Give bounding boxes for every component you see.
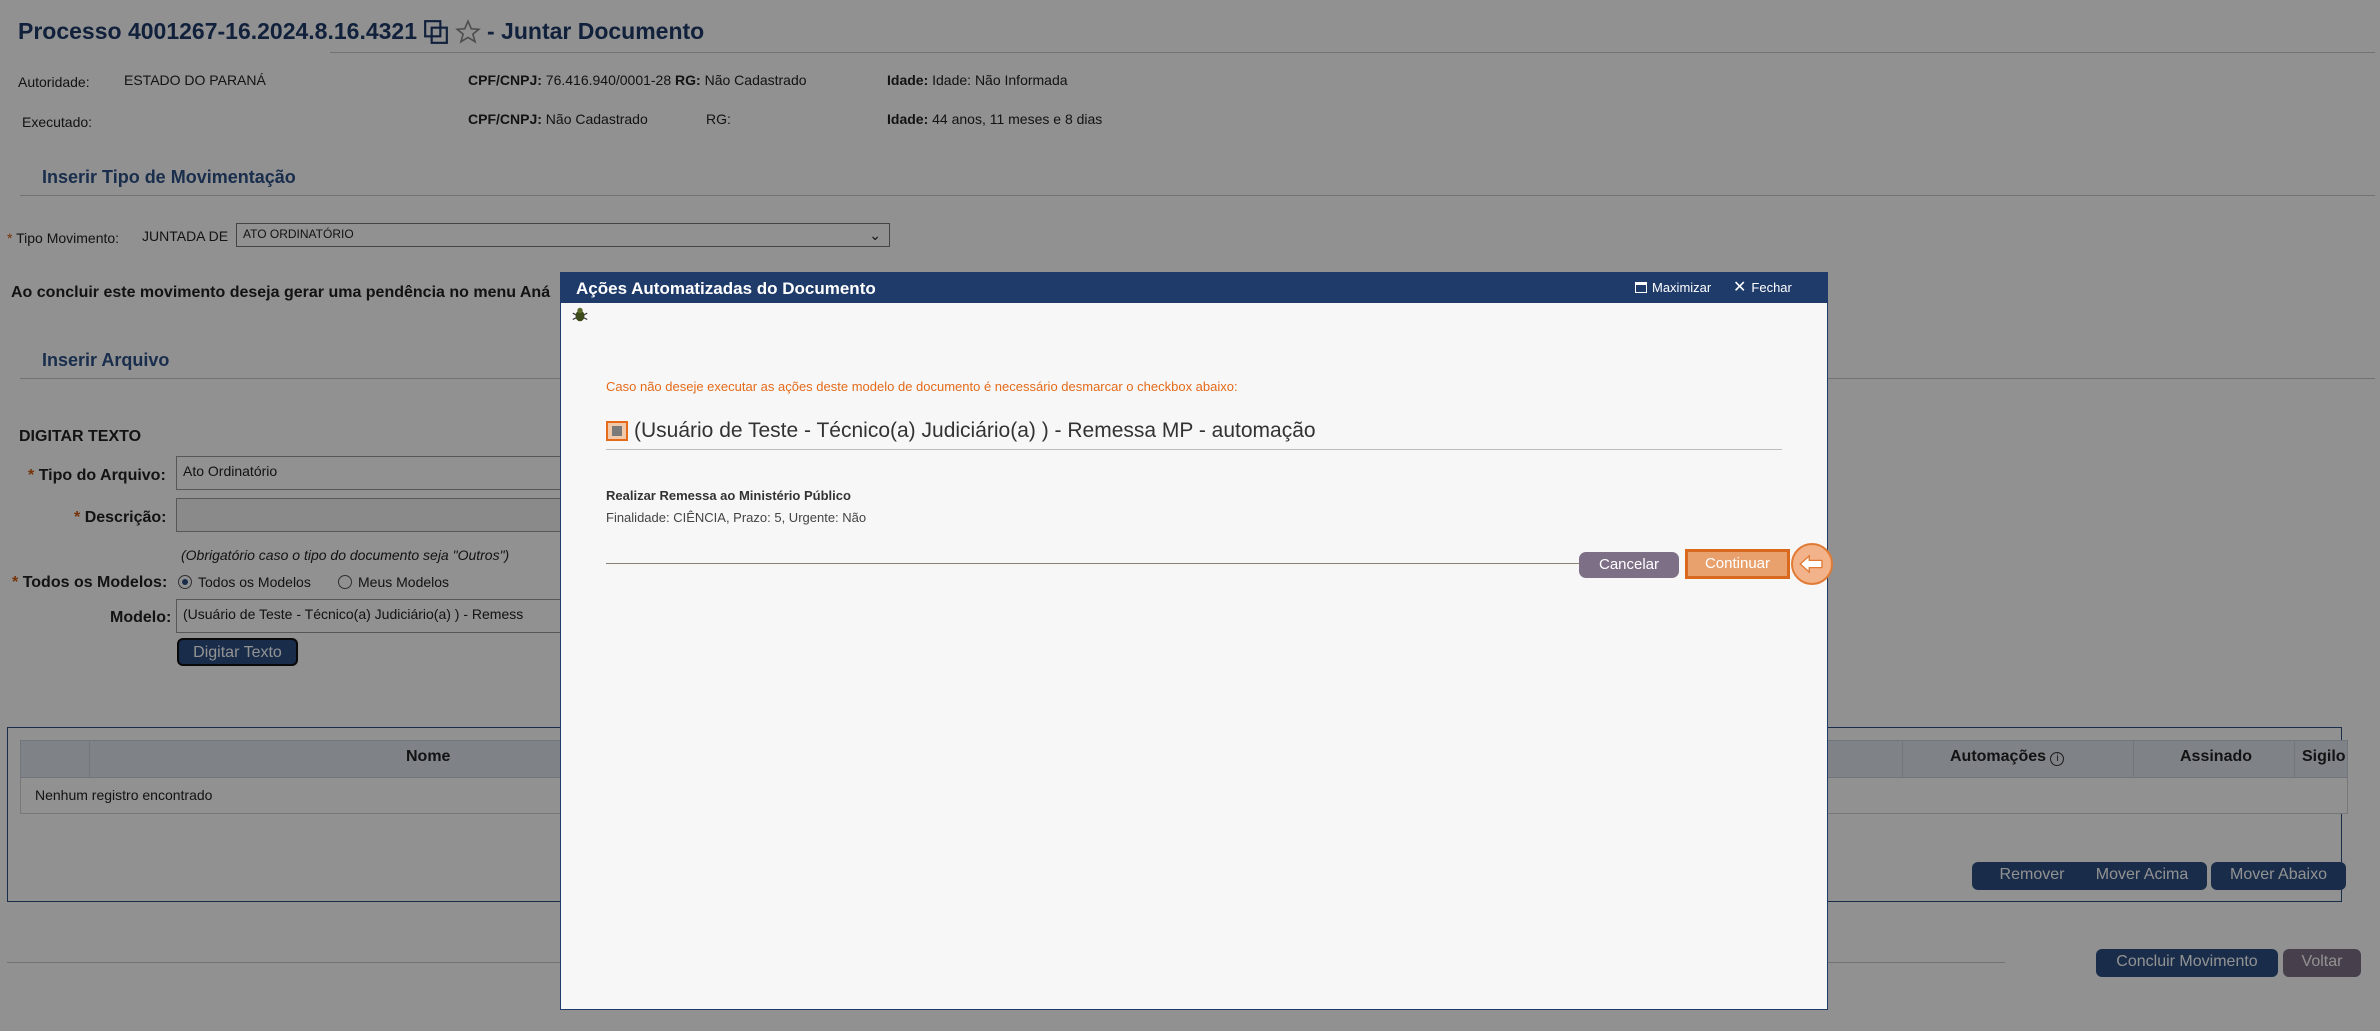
close-button[interactable]: ✕ Fechar (1733, 279, 1792, 296)
maximize-button[interactable]: Maximizar (1635, 280, 1711, 295)
automation-checkbox-row[interactable]: (Usuário de Teste - Técnico(a) Judiciári… (606, 419, 1316, 443)
close-icon: ✕ (1733, 279, 1747, 296)
automated-actions-modal: Ações Automatizadas do Documento Maximiz… (560, 272, 1833, 1010)
action-title: Realizar Remessa ao Ministério Público (606, 488, 851, 503)
pointer-arrow-icon (1791, 543, 1833, 585)
action-description: Finalidade: CIÊNCIA, Prazo: 5, Urgente: … (606, 510, 867, 525)
bug-icon[interactable] (571, 306, 589, 324)
modal-divider (606, 449, 1782, 450)
modal-warning-text: Caso não deseje executar as ações deste … (606, 379, 1238, 394)
cancelar-button[interactable]: Cancelar (1579, 552, 1679, 578)
modal-title: Ações Automatizadas do Documento (576, 279, 876, 298)
modal-title-bar[interactable]: Ações Automatizadas do Documento Maximiz… (561, 273, 1827, 303)
modal-divider (606, 563, 1581, 564)
automation-checkbox[interactable] (606, 421, 628, 441)
maximize-icon (1635, 282, 1647, 293)
automation-checkbox-label[interactable]: (Usuário de Teste - Técnico(a) Judiciári… (634, 419, 1316, 443)
continuar-button[interactable]: Continuar (1685, 549, 1790, 579)
